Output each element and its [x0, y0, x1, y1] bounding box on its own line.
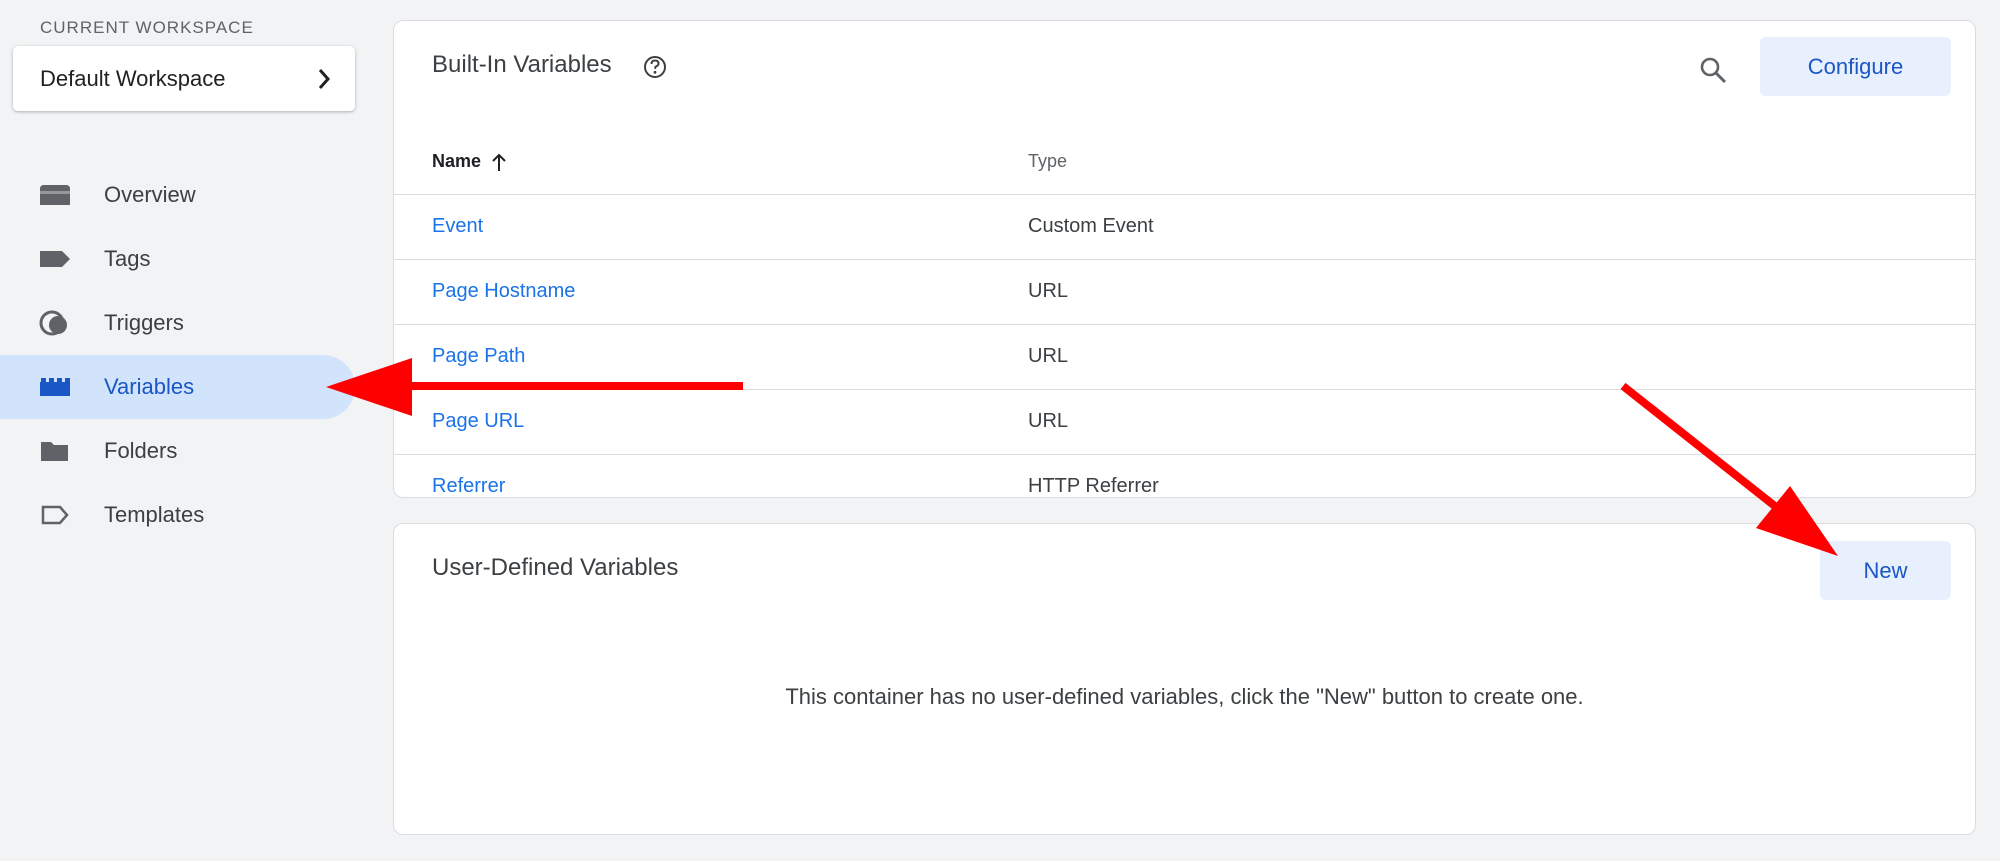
builtin-variables-title: Built-In Variables — [432, 51, 612, 78]
user-defined-variables-title: User-Defined Variables — [432, 554, 679, 581]
nav-item-triggers[interactable]: Triggers — [0, 291, 355, 355]
new-variable-button[interactable]: New — [1820, 541, 1951, 600]
column-header-name-label: Name — [432, 151, 482, 171]
variable-type: Custom Event — [1028, 215, 1154, 237]
help-icon[interactable] — [642, 54, 668, 80]
workspace-selector[interactable]: Default Workspace — [13, 46, 355, 111]
table-row[interactable]: Page Hostname URL — [394, 260, 1975, 325]
table-header: Name Type — [394, 115, 1975, 195]
nav-item-folders[interactable]: Folders — [0, 419, 355, 483]
nav-label-triggers: Triggers — [104, 310, 184, 335]
nav-list: Overview Tags Triggers Variables Folders… — [0, 163, 380, 547]
arrow-up-icon — [492, 153, 506, 171]
nav-item-overview[interactable]: Overview — [0, 163, 355, 227]
variables-icon — [40, 378, 70, 396]
variable-type: URL — [1028, 345, 1069, 367]
trigger-icon — [39, 310, 67, 336]
table-row[interactable]: Event Custom Event — [394, 195, 1975, 260]
nav-label-overview: Overview — [104, 182, 196, 207]
nav-label-tags: Tags — [104, 246, 151, 271]
nav-item-tags[interactable]: Tags — [0, 227, 355, 291]
variable-name-link[interactable]: Page Hostname — [432, 280, 575, 303]
variable-type: URL — [1028, 410, 1069, 432]
column-header-type: Type — [1028, 151, 1068, 171]
variable-type: URL — [1028, 280, 1069, 302]
nav-label-variables: Variables — [104, 374, 195, 399]
overview-icon — [40, 185, 70, 205]
nav-label-templates: Templates — [104, 502, 205, 527]
table-row[interactable]: Referrer HTTP Referrer — [394, 455, 1975, 520]
template-icon — [41, 505, 69, 525]
builtin-variables-table: Name Type Event Custom Event Page Hostna… — [394, 115, 1975, 520]
nav-item-variables[interactable]: Variables — [0, 355, 355, 419]
configure-button[interactable]: Configure — [1760, 37, 1951, 96]
folder-icon — [41, 442, 68, 461]
tag-icon — [40, 251, 70, 267]
table-row[interactable]: Page Path URL — [394, 325, 1975, 390]
variable-name-link[interactable]: Page Path — [432, 345, 525, 368]
builtin-variables-card: Built-In Variables Configure Name Type E… — [393, 20, 1976, 498]
variable-name-link[interactable]: Page URL — [432, 410, 524, 433]
empty-state-message: This container has no user-defined varia… — [785, 684, 1584, 709]
workspace-name: Default Workspace — [40, 65, 226, 91]
variable-name-link[interactable]: Referrer — [432, 475, 505, 498]
chevron-right-icon — [318, 68, 331, 89]
workspace-caption: CURRENT WORKSPACE — [40, 18, 254, 37]
column-header-name[interactable]: Name — [432, 151, 507, 172]
search-icon — [1700, 57, 1727, 84]
table-row[interactable]: Page URL URL — [394, 390, 1975, 455]
search-button[interactable] — [1693, 50, 1733, 90]
variable-type: HTTP Referrer — [1028, 475, 1159, 497]
user-defined-variables-card: User-Defined Variables New This containe… — [393, 523, 1976, 835]
variable-name-link[interactable]: Event — [432, 215, 483, 238]
nav-item-templates[interactable]: Templates — [0, 483, 355, 547]
nav-label-folders: Folders — [104, 438, 178, 463]
sidebar: CURRENT WORKSPACE Default Workspace Over… — [0, 0, 380, 861]
